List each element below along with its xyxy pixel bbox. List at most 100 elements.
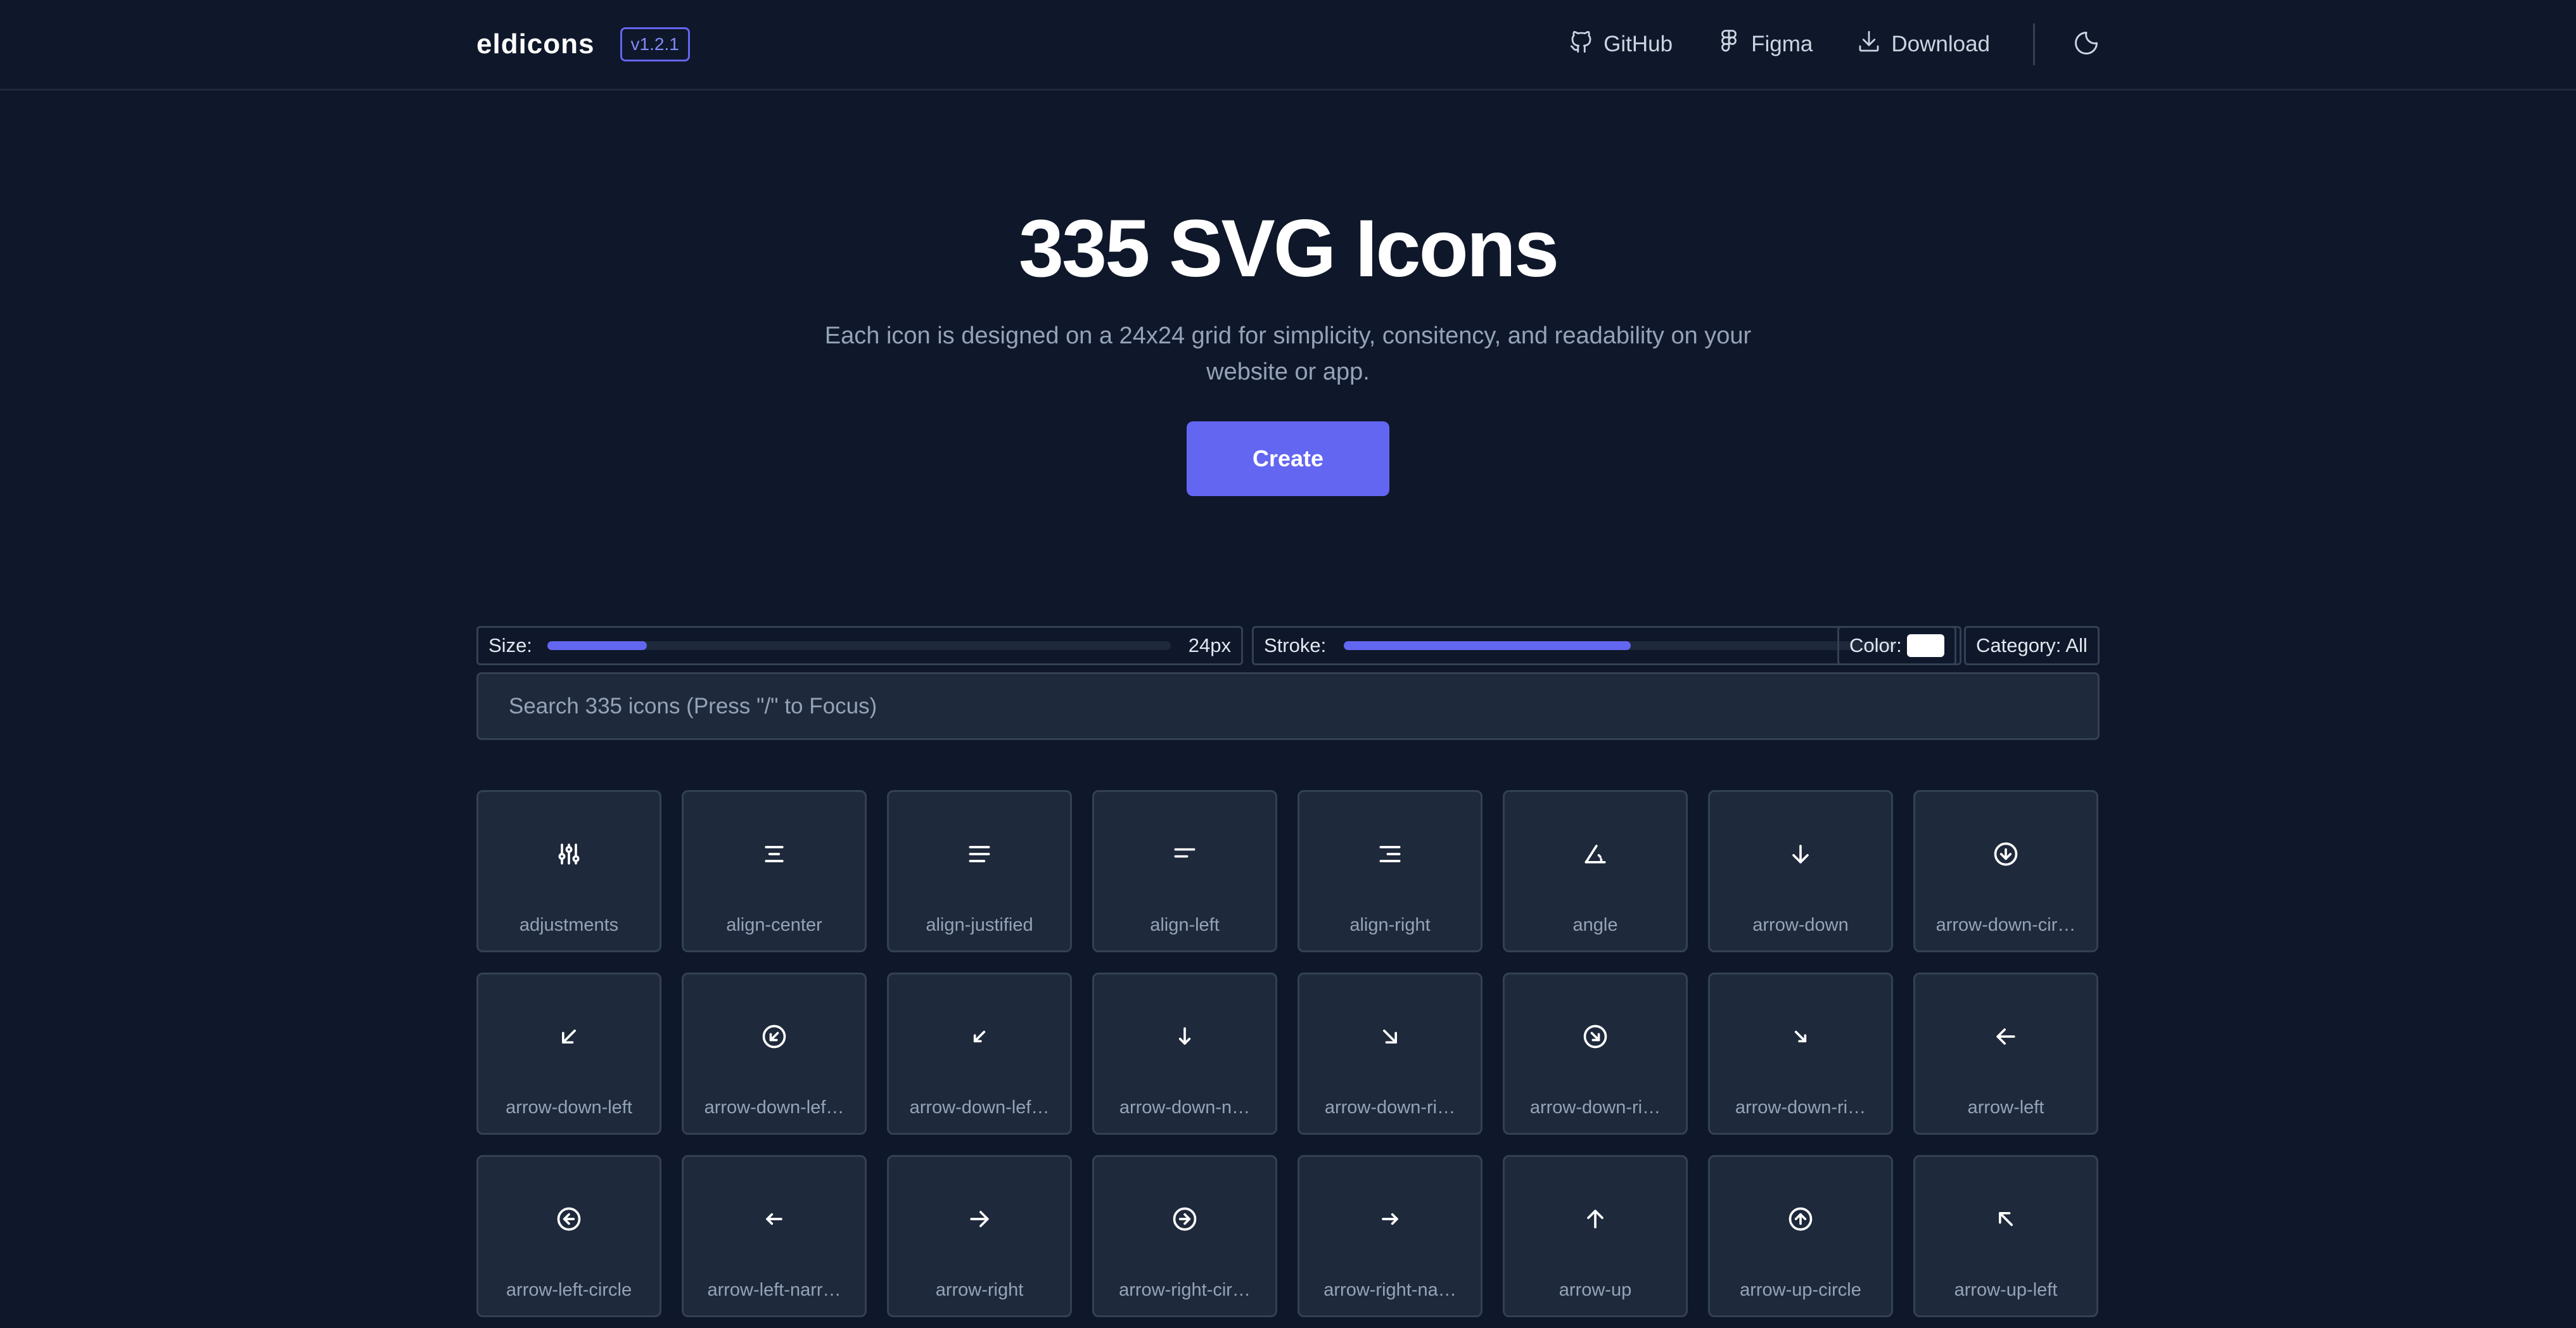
arrow-down-right-circle-icon [1581,1023,1609,1050]
figma-link-label: Figma [1751,32,1813,56]
icon-card[interactable]: align-center [682,790,867,952]
size-slider-fill [547,641,647,650]
arrow-left-circle-icon [555,1205,583,1233]
icon-card-label: arrow-down-left [506,1097,632,1118]
moon-icon [2072,29,2100,60]
icon-card[interactable]: arrow-up-left [1913,1155,2098,1317]
search-input[interactable] [476,672,2100,740]
icon-card-label: arrow-down [1752,915,1849,935]
stroke-slider[interactable] [1344,641,1896,650]
top-navbar: eldicons v1.2.1 GitHub Figma Download [0,0,2576,91]
align-left-icon [1171,840,1199,868]
icon-card[interactable]: arrow-left-narr… [682,1155,867,1317]
figma-icon [1716,29,1742,61]
icon-card-label: align-justified [926,915,1033,935]
angle-icon [1581,840,1609,868]
size-label: Size: [488,634,532,656]
icon-card[interactable]: arrow-right-cir… [1092,1155,1277,1317]
color-swatch[interactable] [1906,634,1944,657]
arrow-right-icon [966,1205,993,1233]
icon-card[interactable]: arrow-down [1708,790,1893,952]
icon-card[interactable]: align-right [1298,790,1482,952]
github-link-label: GitHub [1604,32,1673,56]
icon-card[interactable]: arrow-down-ri… [1503,973,1688,1135]
hero-subtitle: Each icon is designed on a 24x24 grid fo… [824,322,1752,385]
nav-divider [2033,23,2035,65]
icon-card-label: arrow-down-cir… [1935,915,2076,935]
icon-card[interactable]: angle [1503,790,1688,952]
brand: eldicons v1.2.1 [476,24,690,65]
create-button[interactable]: Create [1187,421,1389,496]
icon-card[interactable]: arrow-down-left [476,973,661,1135]
icon-card-label: arrow-up [1559,1280,1632,1300]
align-center-icon [760,840,788,868]
download-link-label: Download [1891,32,1990,56]
icon-card-label: arrow-left-narr… [707,1280,841,1300]
icon-card-label: arrow-right-cir… [1119,1280,1251,1300]
icon-card-label: arrow-right-na… [1323,1280,1457,1300]
color-control[interactable]: Color: [1837,626,1956,665]
align-right-icon [1376,840,1404,868]
icon-card-label: arrow-left [1967,1097,2044,1118]
icon-card-label: arrow-down-ri… [1735,1097,1866,1118]
arrow-down-narrow-icon [1171,1023,1199,1050]
theme-toggle-button[interactable] [2072,30,2101,59]
arrow-down-left-circle-icon [760,1023,788,1050]
icon-card-label: adjustments [519,915,619,935]
nav-links: GitHub Figma Download [1525,23,2101,65]
arrow-down-left-icon [555,1023,583,1050]
icon-card-label: arrow-up-circle [1740,1280,1861,1300]
arrow-left-narrow-icon [760,1205,788,1233]
icon-card[interactable]: arrow-down-n… [1092,973,1277,1135]
category-label: Category: All [1976,634,2088,656]
icon-card[interactable]: arrow-down-lef… [887,973,1072,1135]
icon-card-label: arrow-down-ri… [1529,1097,1661,1118]
stroke-slider-fill [1344,641,1631,650]
icon-grid: adjustments align-center align-justified al… [476,790,2100,1317]
arrow-down-right-narrow-icon [1787,1023,1814,1050]
download-link[interactable]: Download [1856,29,1990,61]
icon-controls: Size: 24px Stroke: 2 Color: Category: Al… [476,626,2100,665]
icon-card-label: arrow-down-ri… [1324,1097,1456,1118]
icon-card[interactable]: arrow-left-circle [476,1155,661,1317]
icon-card[interactable]: arrow-up [1503,1155,1688,1317]
size-value: 24px [1188,634,1231,656]
arrow-right-narrow-icon [1376,1205,1404,1233]
github-icon [1568,29,1595,61]
icon-card[interactable]: align-justified [887,790,1072,952]
icon-card-label: angle [1572,915,1618,935]
align-justified-icon [966,840,993,868]
figma-link[interactable]: Figma [1716,29,1813,61]
icon-card-label: arrow-right [935,1280,1024,1300]
icon-card-label: align-right [1349,915,1431,935]
icon-card[interactable]: arrow-down-lef… [682,973,867,1135]
icon-card[interactable]: arrow-right-na… [1298,1155,1482,1317]
icon-card[interactable]: arrow-up-circle [1708,1155,1893,1317]
icon-card-label: arrow-up-left [1954,1280,2058,1300]
arrow-right-circle-icon [1171,1205,1199,1233]
icon-card-label: arrow-down-lef… [909,1097,1050,1118]
arrow-left-icon [1992,1023,2020,1050]
icon-card[interactable]: adjustments [476,790,661,952]
icon-card[interactable]: arrow-down-ri… [1298,973,1482,1135]
adjustments-icon [555,840,583,868]
arrow-down-icon [1787,840,1814,868]
arrow-up-circle-icon [1787,1205,1814,1233]
category-select[interactable]: Category: All [1964,626,2100,665]
arrow-down-right-icon [1376,1023,1404,1050]
icon-card-label: arrow-down-lef… [704,1097,845,1118]
icon-card[interactable]: arrow-down-cir… [1913,790,2098,952]
arrow-up-icon [1581,1205,1609,1233]
github-link[interactable]: GitHub [1568,29,1673,61]
icon-card[interactable]: arrow-left [1913,973,2098,1135]
icon-card-label: arrow-left-circle [506,1280,632,1300]
icon-card[interactable]: arrow-down-ri… [1708,973,1893,1135]
brand-logo-text[interactable]: eldicons [476,29,595,60]
arrow-down-circle-icon [1992,840,2020,868]
icon-card-label: align-center [726,915,822,935]
icon-card[interactable]: align-left [1092,790,1277,952]
download-icon [1856,29,1882,61]
icon-card[interactable]: arrow-right [887,1155,1072,1317]
version-badge: v1.2.1 [620,27,690,61]
size-slider[interactable] [547,641,1171,650]
